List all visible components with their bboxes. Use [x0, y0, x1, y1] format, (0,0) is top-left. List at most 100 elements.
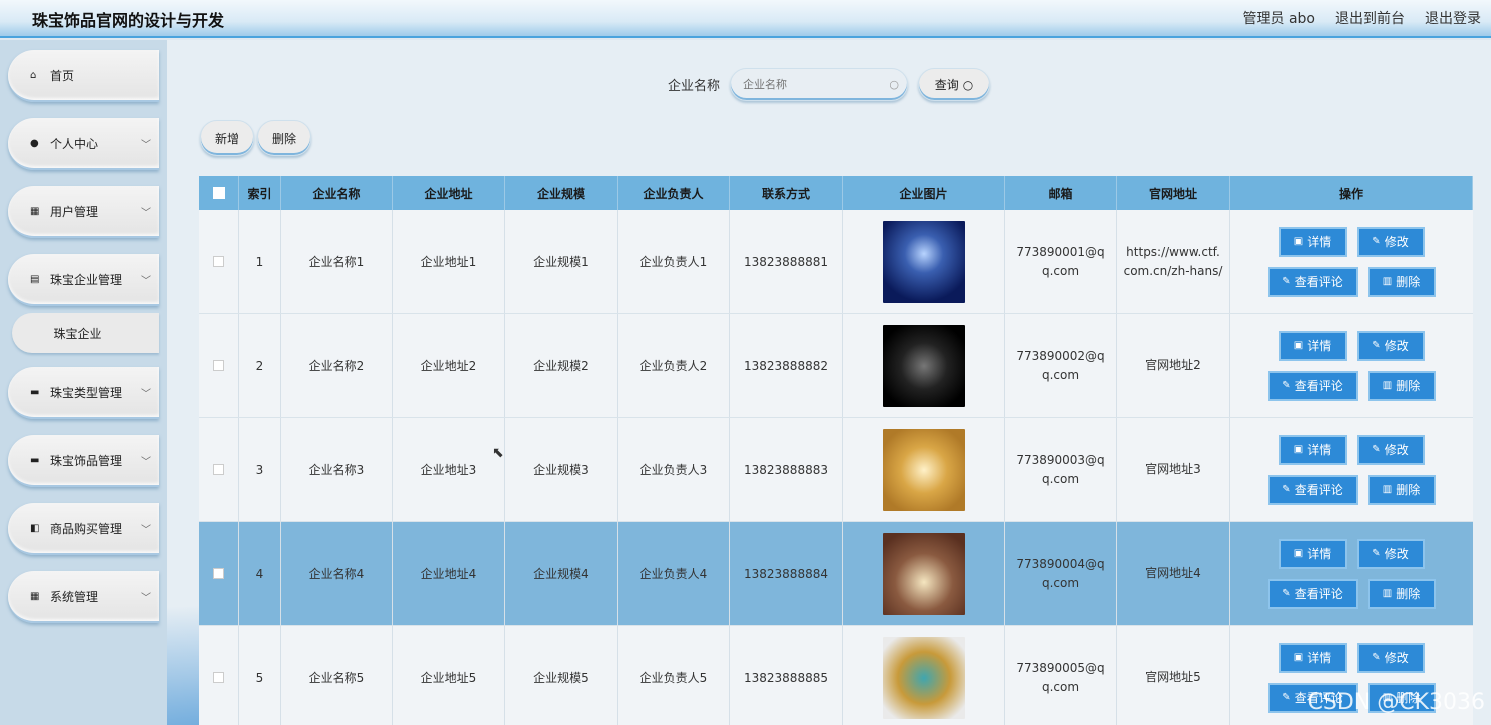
table-body: 1 企业名称1 企业地址1 企业规模1 企业负责人1 13823888881 7…: [199, 210, 1473, 725]
chevron-down-icon: ﹀: [141, 389, 151, 400]
search-field[interactable]: ○: [730, 68, 908, 101]
detail-button[interactable]: ▣ 详情: [1278, 642, 1347, 673]
row-checkbox[interactable]: [213, 568, 224, 579]
enterprise-image[interactable]: [882, 324, 965, 407]
view-reviews-button[interactable]: ✎ 查看评论: [1267, 474, 1358, 505]
edit-label: 修改: [1384, 235, 1409, 249]
name-cell: 企业名称1: [281, 210, 393, 313]
trash-icon: ▥: [1382, 484, 1393, 495]
detail-button[interactable]: ▣ 详情: [1278, 538, 1347, 569]
select-all-checkbox[interactable]: [212, 187, 225, 199]
leader-cell: 企业负责人5: [618, 626, 730, 725]
enterprise-table: 索引 企业名称 企业地址 企业规模 企业负责人 联系方式 企业图片 邮箱 官网地…: [199, 176, 1473, 725]
address-cell: 企业地址4: [393, 522, 505, 625]
view-reviews-button[interactable]: ✎ 查看评论: [1267, 370, 1358, 401]
query-button[interactable]: 查询 ○: [918, 68, 990, 101]
admin-user-label[interactable]: 管理员 abo: [1243, 8, 1315, 28]
grid-icon: ▦: [30, 205, 40, 217]
delete-button[interactable]: ▥ 删除: [1367, 266, 1436, 297]
view-reviews-button[interactable]: ✎ 查看评论: [1267, 266, 1358, 297]
exit-to-front-link[interactable]: 退出到前台: [1335, 8, 1405, 28]
enterprise-image[interactable]: [882, 428, 965, 511]
sidebar-subitem-enterprise[interactable]: 珠宝企业: [12, 313, 159, 353]
header-cell: 操作: [1230, 176, 1473, 210]
sidebar-item-enterprise[interactable]: ▤ 珠宝企业管理 ﹀: [8, 254, 159, 306]
edit-button[interactable]: ✎ 修改: [1356, 434, 1425, 465]
select-all-cell: [199, 176, 239, 210]
name-cell: 企业名称2: [281, 314, 393, 417]
sidebar-item-home[interactable]: ⌂ 首页: [8, 50, 159, 102]
table-row[interactable]: 5 企业名称5 企业地址5 企业规模5 企业负责人5 13823888885 7…: [199, 626, 1473, 725]
site-cell: 官网地址5: [1117, 626, 1230, 725]
header-cell: 官网地址: [1117, 176, 1230, 210]
review-label: 查看评论: [1294, 275, 1343, 289]
chevron-down-icon: ﹀: [141, 457, 151, 468]
edit-button[interactable]: ✎ 修改: [1356, 538, 1425, 569]
address-cell: 企业地址1: [393, 210, 505, 313]
row-checkbox[interactable]: [213, 360, 224, 371]
enterprise-image[interactable]: [882, 532, 965, 615]
row-select-cell: [199, 210, 239, 313]
ops-cell: ▣ 详情 ✎ 修改 ✎ 查看评论 ▥ 删除: [1230, 418, 1473, 521]
search-input[interactable]: [743, 78, 883, 91]
sidebar-item-system[interactable]: ▦ 系统管理 ﹀: [8, 571, 159, 623]
sidebar-item-users[interactable]: ▦ 用户管理 ﹀: [8, 186, 159, 238]
header-actions: 管理员 abo 退出到前台 退出登录: [1243, 8, 1481, 28]
pencil-icon: ✎: [1282, 380, 1291, 391]
sidebar-item-jewelry[interactable]: ▬ 珠宝饰品管理 ﹀: [8, 435, 159, 487]
table-row[interactable]: 4 企业名称4 企业地址4 企业规模4 企业负责人4 13823888884 7…: [199, 522, 1473, 626]
add-button[interactable]: 新增: [200, 120, 254, 156]
bag-icon: ◧: [30, 522, 40, 534]
enterprise-image[interactable]: [882, 636, 965, 719]
sidebar-item-purchase[interactable]: ◧ 商品购买管理 ﹀: [8, 503, 159, 555]
leader-cell: 企业负责人2: [618, 314, 730, 417]
delete-label: 删除: [1396, 275, 1421, 289]
sidebar-item-jewel-type[interactable]: ▬ 珠宝类型管理 ﹀: [8, 367, 159, 419]
query-button-label: 查询: [934, 78, 959, 92]
delete-button[interactable]: ▥ 删除: [1367, 370, 1436, 401]
name-cell: 企业名称3: [281, 418, 393, 521]
logout-link[interactable]: 退出登录: [1425, 8, 1481, 28]
detail-button[interactable]: ▣ 详情: [1278, 330, 1347, 361]
email-cell: 773890002@qq.com: [1005, 314, 1117, 417]
view-reviews-button[interactable]: ✎ 查看评论: [1267, 578, 1358, 609]
email-cell: 773890001@qq.com: [1005, 210, 1117, 313]
enterprise-image[interactable]: [882, 220, 965, 303]
header-cell: 企业地址: [393, 176, 505, 210]
row-checkbox[interactable]: [213, 256, 224, 267]
delete-button[interactable]: ▥ 删除: [1367, 578, 1436, 609]
detail-button[interactable]: ▣ 详情: [1278, 434, 1347, 465]
ops-cell: ▣ 详情 ✎ 修改 ✎ 查看评论 ▥ 删除: [1230, 210, 1473, 313]
detail-label: 详情: [1307, 651, 1332, 665]
image-cell: [843, 210, 1005, 313]
table-row[interactable]: 3 企业名称3 企业地址3 企业规模3 企业负责人3 13823888883 7…: [199, 418, 1473, 522]
edit-label: 修改: [1384, 443, 1409, 457]
edit-button[interactable]: ✎ 修改: [1356, 226, 1425, 257]
site-cell: 官网地址2: [1117, 314, 1230, 417]
table-row[interactable]: 1 企业名称1 企业地址1 企业规模1 企业负责人1 13823888881 7…: [199, 210, 1473, 314]
scale-cell: 企业规模5: [505, 626, 618, 725]
email-cell: 773890003@qq.com: [1005, 418, 1117, 521]
table-row[interactable]: 2 企业名称2 企业地址2 企业规模2 企业负责人2 13823888882 7…: [199, 314, 1473, 418]
row-checkbox[interactable]: [213, 464, 224, 475]
delete-button[interactable]: ▥ 删除: [1367, 474, 1436, 505]
sidebar-item-label: 用户管理: [50, 204, 99, 219]
sidebar-item-label: 珠宝饰品管理: [50, 453, 123, 468]
edit-button[interactable]: ✎ 修改: [1356, 330, 1425, 361]
doc-icon: ▣: [1293, 444, 1304, 455]
ops-cell: ▣ 详情 ✎ 修改 ✎ 查看评论 ▥ 删除: [1230, 314, 1473, 417]
site-cell: 官网地址3: [1117, 418, 1230, 521]
scale-cell: 企业规模3: [505, 418, 618, 521]
header-cell: 企业图片: [843, 176, 1005, 210]
detail-button[interactable]: ▣ 详情: [1278, 226, 1347, 257]
csdn-watermark: CSDN @CK3036: [1307, 690, 1486, 715]
image-cell: [843, 626, 1005, 725]
doc-icon: ▣: [1293, 652, 1304, 663]
sidebar-item-personal[interactable]: ● 个人中心 ﹀: [8, 118, 159, 170]
edit-button[interactable]: ✎ 修改: [1356, 642, 1425, 673]
address-cell: 企业地址2: [393, 314, 505, 417]
sidebar-item-label: 首页: [50, 68, 75, 83]
batch-delete-button[interactable]: 删除: [257, 120, 311, 156]
row-checkbox[interactable]: [213, 672, 224, 683]
chevron-down-icon: ﹀: [141, 208, 151, 219]
